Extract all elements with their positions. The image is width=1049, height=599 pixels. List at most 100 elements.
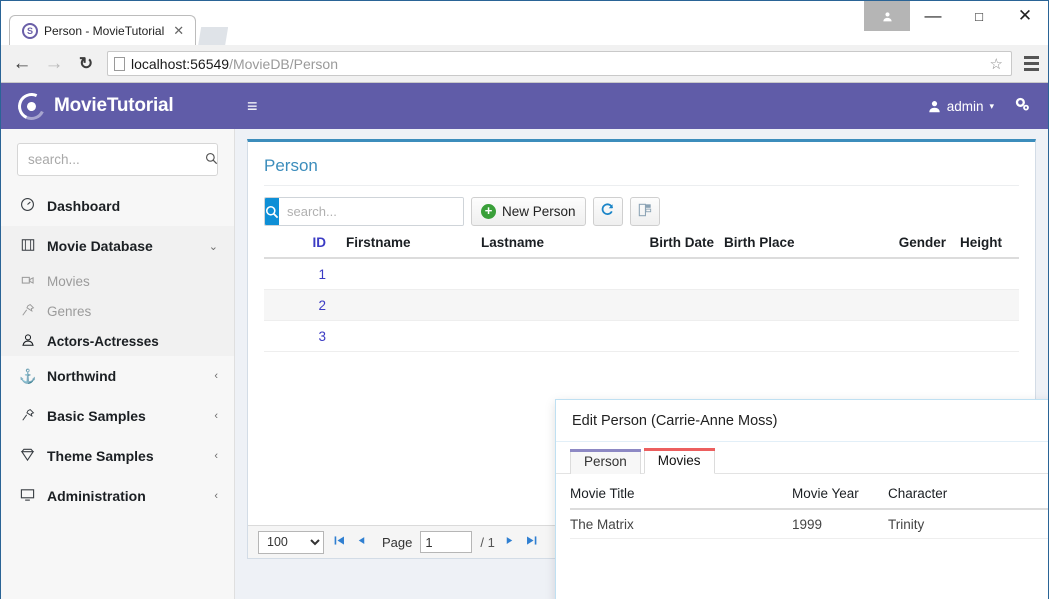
sidebar-search-input[interactable] [28, 152, 205, 167]
tab-accent-bar [570, 449, 641, 452]
address-bar[interactable]: localhost:56549/MovieDB/Person ☆ [107, 51, 1012, 76]
browser-tabstrip: S Person - MovieTutorial ✕ [1, 15, 228, 45]
browser-tab-title: Person - MovieTutorial [44, 24, 164, 38]
sidebar-item-northwind[interactable]: ⚓ Northwind ‹ [1, 356, 234, 396]
sidebar: Dashboard Movie Database ⌄ [1, 129, 235, 599]
window-user-button[interactable] [864, 1, 910, 31]
grid-header-row: ID Firstname Lastname Birth Date Birth P… [264, 235, 1019, 259]
cell-movie-year: 1999 [792, 517, 888, 532]
page-label: Page [382, 535, 412, 550]
chevron-left-icon: ‹ [214, 450, 218, 462]
quick-search-input[interactable] [279, 198, 464, 225]
user-menu[interactable]: admin ▾ [928, 99, 994, 114]
movies-col-character[interactable]: Character [888, 486, 1048, 501]
browser-menu-icon[interactable] [1018, 56, 1040, 71]
sidebar-item-movie-database[interactable]: Movie Database ⌄ [1, 226, 234, 266]
grid-toolbar: + New Person [264, 197, 1019, 226]
new-person-button[interactable]: + New Person [471, 197, 586, 226]
grid-col-gender[interactable]: Gender [870, 235, 946, 250]
search-icon[interactable] [205, 152, 218, 168]
last-page-icon[interactable] [524, 534, 539, 550]
sidebar-item-dashboard[interactable]: Dashboard [1, 186, 234, 226]
browser-tab[interactable]: S Person - MovieTutorial ✕ [9, 15, 196, 45]
app-brand[interactable]: MovieTutorial [1, 83, 235, 129]
person-icon [19, 333, 36, 350]
sidebar-search[interactable] [17, 143, 218, 176]
wrench-icon [19, 408, 36, 425]
tab-movies[interactable]: Movies [644, 448, 715, 474]
refresh-button[interactable] [593, 197, 623, 226]
grid-col-height[interactable]: Height [946, 235, 1006, 250]
forward-icon[interactable]: → [41, 51, 67, 77]
chevron-left-icon: ‹ [214, 410, 218, 422]
page-number-input[interactable] [420, 531, 472, 553]
url-host: localhost:56549 [131, 56, 229, 72]
chevron-left-icon: ‹ [214, 370, 218, 382]
grid-col-lastname[interactable]: Lastname [481, 235, 633, 250]
column-picker-button[interactable] [630, 197, 660, 226]
next-page-icon[interactable] [503, 534, 516, 550]
grid-col-firstname[interactable]: Firstname [336, 235, 481, 250]
sidebar-item-label: Administration [47, 488, 203, 504]
sidebar-item-label: Movie Database [47, 238, 198, 254]
table-row[interactable]: The Matrix 1999 Trinity [570, 510, 1048, 539]
dialog-header: Edit Person (Carrie-Anne Moss) ✖ [556, 400, 1048, 442]
dialog-title: Edit Person (Carrie-Anne Moss) [572, 413, 1048, 429]
sidebar-item-label: Theme Samples [47, 448, 203, 464]
sidebar-item-actors-actresses[interactable]: Actors-Actresses [1, 326, 234, 356]
sidebar-item-label: Dashboard [47, 198, 218, 214]
table-row[interactable]: 2 [264, 290, 1019, 321]
close-tab-icon[interactable]: ✕ [170, 23, 187, 39]
url-path: /MovieDB/Person [229, 56, 338, 72]
prev-page-icon[interactable] [355, 534, 368, 550]
new-tab-button[interactable] [198, 27, 228, 45]
movies-col-title[interactable]: Movie Title [570, 486, 792, 501]
user-menu-label: admin [947, 99, 984, 114]
sidebar-item-genres[interactable]: Genres [1, 296, 234, 326]
tab-label: Person [584, 454, 627, 469]
sidebar-item-theme-samples[interactable]: Theme Samples ‹ [1, 436, 234, 476]
cell-id: 1 [264, 267, 336, 282]
chevron-down-icon: ▾ [989, 101, 994, 112]
reload-icon[interactable]: ↻ [73, 51, 99, 77]
settings-gear-icon[interactable] [1014, 96, 1030, 116]
plus-icon: + [481, 204, 496, 219]
grid-col-birth-place[interactable]: Birth Place [718, 235, 870, 250]
tab-label: Movies [658, 453, 701, 468]
page-size-select[interactable]: 20100200 [258, 531, 324, 554]
bookmark-star-icon[interactable]: ☆ [990, 55, 1005, 73]
sidebar-subitem-label: Movies [47, 274, 90, 289]
anchor-icon: ⚓ [19, 368, 36, 385]
sidebar-item-basic-samples[interactable]: Basic Samples ‹ [1, 396, 234, 436]
film-icon [19, 238, 36, 255]
search-icon[interactable] [265, 198, 279, 225]
window-maximize-button[interactable]: □ [956, 1, 1002, 31]
main-content: Person + [235, 129, 1048, 599]
web-app: MovieTutorial ≡ admin ▾ [1, 83, 1048, 599]
window-close-button[interactable]: ✕ [1002, 1, 1048, 31]
sidebar-item-movies[interactable]: Movies [1, 266, 234, 296]
back-icon[interactable]: ← [9, 51, 35, 77]
quick-search[interactable] [264, 197, 464, 226]
browser-toolbar: ← → ↻ localhost:56549/MovieDB/Person ☆ [1, 45, 1048, 83]
grid-col-birth-date[interactable]: Birth Date [633, 235, 718, 250]
table-row[interactable]: 1 [264, 259, 1019, 290]
dashboard-icon [19, 197, 36, 215]
user-icon [928, 100, 941, 113]
app-brand-text: MovieTutorial [54, 95, 174, 117]
window-minimize-button[interactable]: — [910, 1, 956, 31]
tab-person[interactable]: Person [570, 449, 641, 474]
cell-movie-title: The Matrix [570, 517, 792, 532]
sidebar-toggle-icon[interactable]: ≡ [235, 96, 270, 117]
person-grid: ID Firstname Lastname Birth Date Birth P… [264, 235, 1019, 352]
first-page-icon[interactable] [332, 534, 347, 550]
app-navbar: MovieTutorial ≡ admin ▾ [1, 83, 1048, 129]
sidebar-item-administration[interactable]: Administration ‹ [1, 476, 234, 516]
sidebar-subitem-label: Actors-Actresses [47, 334, 159, 349]
pin-icon [19, 303, 36, 320]
grid-col-id[interactable]: ID [264, 235, 336, 250]
cell-character: Trinity [888, 517, 1048, 532]
movies-col-year[interactable]: Movie Year [792, 486, 888, 501]
edit-person-dialog: Edit Person (Carrie-Anne Moss) ✖ Person … [555, 399, 1048, 599]
table-row[interactable]: 3 [264, 321, 1019, 352]
